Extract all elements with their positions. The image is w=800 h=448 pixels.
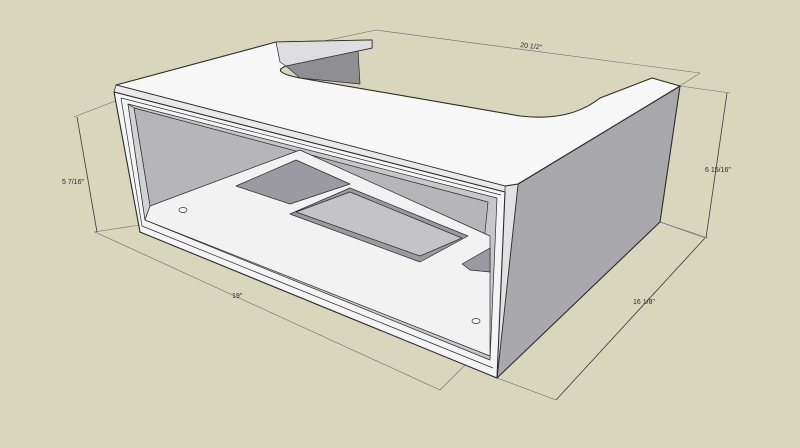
dim-label-side-depth: 16 1/8" [633, 299, 655, 306]
cabinet-model [113, 39, 681, 379]
cabinet-diagram: 20 1/2" 5 7/16" 6 15/16" 19" 16 1/8" [62, 29, 731, 401]
dim-label-side-height: 6 15/16" [705, 167, 731, 174]
dim-label-front-height: 5 7/16" [62, 179, 84, 186]
mounting-hole-right [471, 318, 481, 324]
mounting-hole-left [178, 207, 188, 213]
dim-label-front-width: 19" [232, 293, 243, 300]
dim-label-top-width: 20 1/2" [520, 42, 543, 52]
